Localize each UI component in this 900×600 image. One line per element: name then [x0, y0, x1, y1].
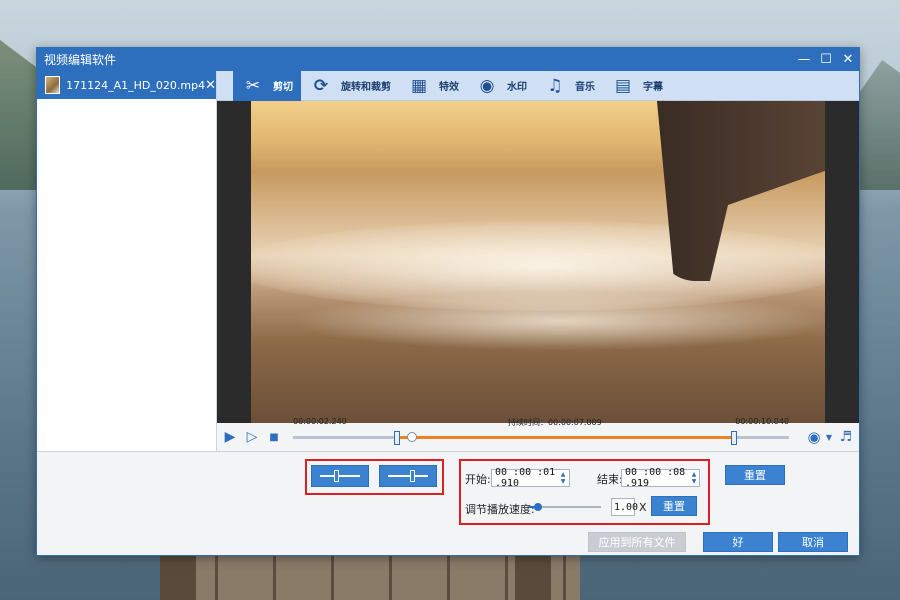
tab-label: 水印	[507, 82, 527, 93]
editor-main: ✂ 剪切 ⟳ 旋转和裁剪 ▦ 特效 ◉ 水印 ♫ 音乐 ▤ 字幕 ▶ ▷ ■ 0…	[217, 70, 859, 451]
stop-icon[interactable]: ■	[265, 428, 283, 446]
tab-watermark[interactable]: ◉ 水印	[467, 71, 535, 101]
timeline-duration: 持续时间：00:00:07.009	[508, 418, 602, 427]
trim-end-icon	[388, 470, 428, 482]
background-post	[515, 556, 551, 600]
trim-end-handle[interactable]	[731, 431, 738, 445]
panel-separator	[37, 451, 859, 452]
minimize-icon[interactable]: —	[793, 48, 815, 71]
background-post	[160, 556, 196, 600]
window-title: 视频编辑软件	[44, 53, 117, 67]
video-frame-detail	[291, 291, 825, 351]
playback-controls: ▶ ▷ ■ 00:00:02.240 持续时间：00:00:07.009 00:…	[217, 417, 859, 451]
background-mountain-left	[0, 40, 40, 190]
tab-label: 旋转和裁剪	[341, 82, 391, 93]
cancel-button[interactable]: 取消	[778, 532, 848, 552]
maximize-icon[interactable]: ☐	[815, 48, 837, 71]
close-icon[interactable]: ✕	[837, 48, 859, 71]
play-icon[interactable]: ▶	[221, 428, 239, 446]
video-thumbnail	[45, 76, 61, 94]
tab-label: 剪切	[273, 82, 293, 93]
reset-trim-button[interactable]: 重置	[725, 465, 785, 485]
tab-label: 字幕	[643, 82, 663, 93]
trim-panel: 开始: 00 :00 :01 .910 ▲ ▼ 结束: 00 :00 :08 .9…	[37, 451, 859, 555]
file-list: 171124_A1_HD_020.mp4 ✕	[37, 71, 217, 451]
timeline-start-time: 00:00:02.240	[293, 417, 347, 426]
video-frame	[251, 101, 825, 423]
set-start-button[interactable]	[311, 465, 369, 487]
speed-label: 调节播放速度:	[465, 503, 535, 516]
scissors-icon: ✂	[245, 75, 261, 96]
timeline-selection	[397, 436, 735, 439]
speed-slider-knob[interactable]	[533, 503, 542, 511]
background-mountain-right	[855, 60, 900, 190]
camera-icon[interactable]: ◉	[803, 428, 825, 446]
tab-label: 音乐	[575, 82, 595, 93]
volume-icon[interactable]: ♬	[837, 428, 855, 446]
title-bar: 视频编辑软件 — ☐ ✕	[37, 48, 859, 71]
tab-bar: ✂ 剪切 ⟳ 旋转和裁剪 ▦ 特效 ◉ 水印 ♫ 音乐 ▤ 字幕	[217, 70, 859, 101]
end-label: 结束:	[597, 473, 623, 486]
set-end-button[interactable]	[379, 465, 437, 487]
watermark-icon: ◉	[479, 75, 495, 96]
speed-field[interactable]: 1.00	[611, 498, 638, 516]
video-preview	[217, 101, 859, 423]
tab-subtitle[interactable]: ▤ 字幕	[603, 71, 671, 101]
subtitle-icon: ▤	[614, 75, 632, 96]
tab-rotate-crop[interactable]: ⟳ 旋转和裁剪	[301, 71, 399, 101]
speed-unit: X	[639, 501, 647, 514]
file-name: 171124_A1_HD_020.mp4	[66, 78, 206, 92]
ok-button[interactable]: 好	[703, 532, 773, 552]
tab-cut[interactable]: ✂ 剪切	[233, 70, 301, 101]
playhead-knob[interactable]	[407, 432, 418, 442]
effects-icon: ▦	[410, 75, 428, 96]
start-label: 开始:	[465, 473, 491, 486]
tab-label: 特效	[439, 82, 459, 93]
tab-music[interactable]: ♫ 音乐	[535, 71, 603, 101]
tab-effects[interactable]: ▦ 特效	[399, 71, 467, 101]
file-item[interactable]: 171124_A1_HD_020.mp4 ✕	[37, 71, 216, 99]
reset-speed-button[interactable]: 重置	[651, 496, 697, 516]
crop-rotate-icon: ⟳	[313, 75, 329, 96]
timeline-end-time: 00:00:10.040	[735, 417, 789, 426]
start-time-spinner[interactable]: ▲ ▼	[557, 469, 569, 487]
end-time-spinner[interactable]: ▲ ▼	[688, 469, 700, 487]
camera-dropdown-icon[interactable]: ▼	[825, 428, 833, 446]
apply-to-all-button[interactable]: 应用到所有文件	[588, 532, 686, 552]
play-selection-icon[interactable]: ▷	[243, 428, 261, 446]
remove-file-icon[interactable]: ✕	[205, 78, 216, 93]
timeline[interactable]: 00:00:02.240 持续时间：00:00:07.009 00:00:10.…	[293, 417, 789, 451]
editor-window: 视频编辑软件 — ☐ ✕ 171124_A1_HD_020.mp4 ✕ ✂ 剪切…	[36, 47, 860, 556]
trim-start-icon	[320, 470, 360, 482]
music-icon: ♫	[547, 75, 563, 96]
trim-start-handle[interactable]	[394, 431, 401, 445]
